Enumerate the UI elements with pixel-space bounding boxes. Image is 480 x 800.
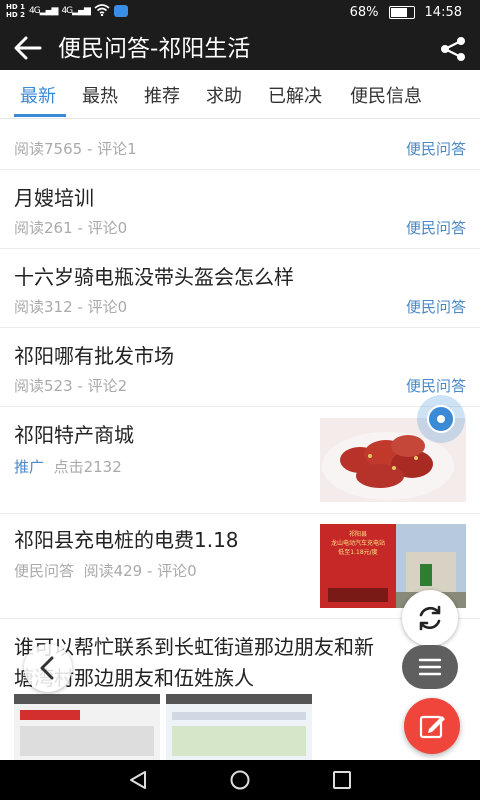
list-item[interactable]: 祁阳哪有批发市场 阅读523 - 评论2 便民问答 — [0, 328, 480, 407]
app-bar: 便民问答-祁阳生活 — [0, 28, 480, 70]
item-meta: 推广 点击2132 — [14, 458, 122, 476]
tab-hottest[interactable]: 最热 — [82, 82, 118, 108]
list-item[interactable]: 十六岁骑电瓶没带头盔会怎么样 阅读312 - 评论0 便民问答 — [0, 249, 480, 328]
hd1-label: HD 1 — [6, 3, 25, 11]
notification-icon — [113, 5, 128, 17]
tab-latest[interactable]: 最新 — [20, 82, 56, 108]
item-meta: 阅读261 - 评论0 — [14, 219, 128, 237]
menu-icon[interactable] — [402, 645, 458, 689]
clock: 14:58 — [424, 5, 462, 20]
list-item[interactable]: 月嫂培训 阅读261 - 评论0 便民问答 — [0, 170, 480, 249]
tab-help[interactable]: 求助 — [206, 82, 242, 108]
sim-labels: HD 1 HD 2 — [6, 3, 25, 19]
item-category[interactable]: 便民问答 — [406, 217, 466, 238]
item-category[interactable]: 便民问答 — [406, 296, 466, 317]
refresh-icon[interactable] — [402, 590, 458, 646]
arrow-left-icon[interactable] — [12, 32, 44, 71]
item-category[interactable]: 便民问答 — [406, 375, 466, 396]
item-title: 月嫂培训 — [14, 186, 94, 210]
charger-ad-text: 祁阳县 龙山电动汽车充电站 低至1.18元/度 — [330, 531, 385, 556]
active-tab-indicator — [14, 114, 66, 117]
hd2-label: HD 2 — [6, 11, 25, 19]
location-icon[interactable] — [417, 395, 465, 443]
item-meta: 阅读523 - 评论2 — [14, 377, 128, 395]
wifi-icon — [94, 3, 110, 19]
battery-icon — [388, 6, 415, 19]
item-meta: 阅读312 - 评论0 — [14, 298, 128, 316]
edit-icon[interactable] — [404, 698, 460, 754]
nav-recents-icon[interactable] — [332, 770, 352, 794]
charger-ad-poster: 祁阳县 龙山电动汽车充电站 低至1.18元/度 — [320, 524, 396, 608]
list-item-promo[interactable]: 祁阳特产商城 推广 点击2132 — [0, 407, 480, 514]
promo-tag: 推广 — [14, 458, 45, 476]
item-title: 祁阳哪有批发市场 — [14, 344, 174, 368]
tab-recommended[interactable]: 推荐 — [144, 82, 180, 108]
page-title: 便民问答-祁阳生活 — [58, 36, 251, 62]
item-meta: 便民问答 阅读429 - 评论0 — [14, 562, 197, 580]
battery-percent: 68% — [349, 5, 379, 20]
signal1-icon: 4G▂▄▆ — [28, 6, 58, 16]
nav-back-icon[interactable] — [128, 770, 148, 794]
system-nav-bar — [0, 760, 480, 800]
list-item[interactable]: 阅读7565 - 评论1 便民问答 — [0, 118, 480, 170]
chevron-left-icon[interactable] — [24, 644, 72, 692]
share-icon[interactable] — [438, 36, 468, 62]
tab-local-info[interactable]: 便民信息 — [350, 82, 422, 108]
status-bar: HD 1 HD 2 4G▂▄▆ 4G▂▄▆ 68% 14:58 — [0, 0, 480, 28]
signal2-icon: 4G▂▄▆ — [61, 6, 90, 16]
tab-solved[interactable]: 已解决 — [268, 82, 322, 108]
item-title: 十六岁骑电瓶没带头盔会怎么样 — [14, 265, 294, 289]
item-category[interactable]: 便民问答 — [406, 138, 466, 159]
screenshot-thumbnail-2[interactable] — [166, 694, 312, 760]
item-meta: 阅读7565 - 评论1 — [14, 140, 137, 158]
nav-home-icon[interactable] — [229, 770, 251, 794]
item-title: 祁阳特产商城 — [14, 423, 134, 447]
category-tabs: 最新 最热 推荐 求助 已解决 便民信息 — [0, 70, 480, 119]
item-title: 祁阳县充电桩的电费1.18 — [14, 528, 239, 552]
screenshot-thumbnail-1[interactable] — [14, 694, 160, 760]
